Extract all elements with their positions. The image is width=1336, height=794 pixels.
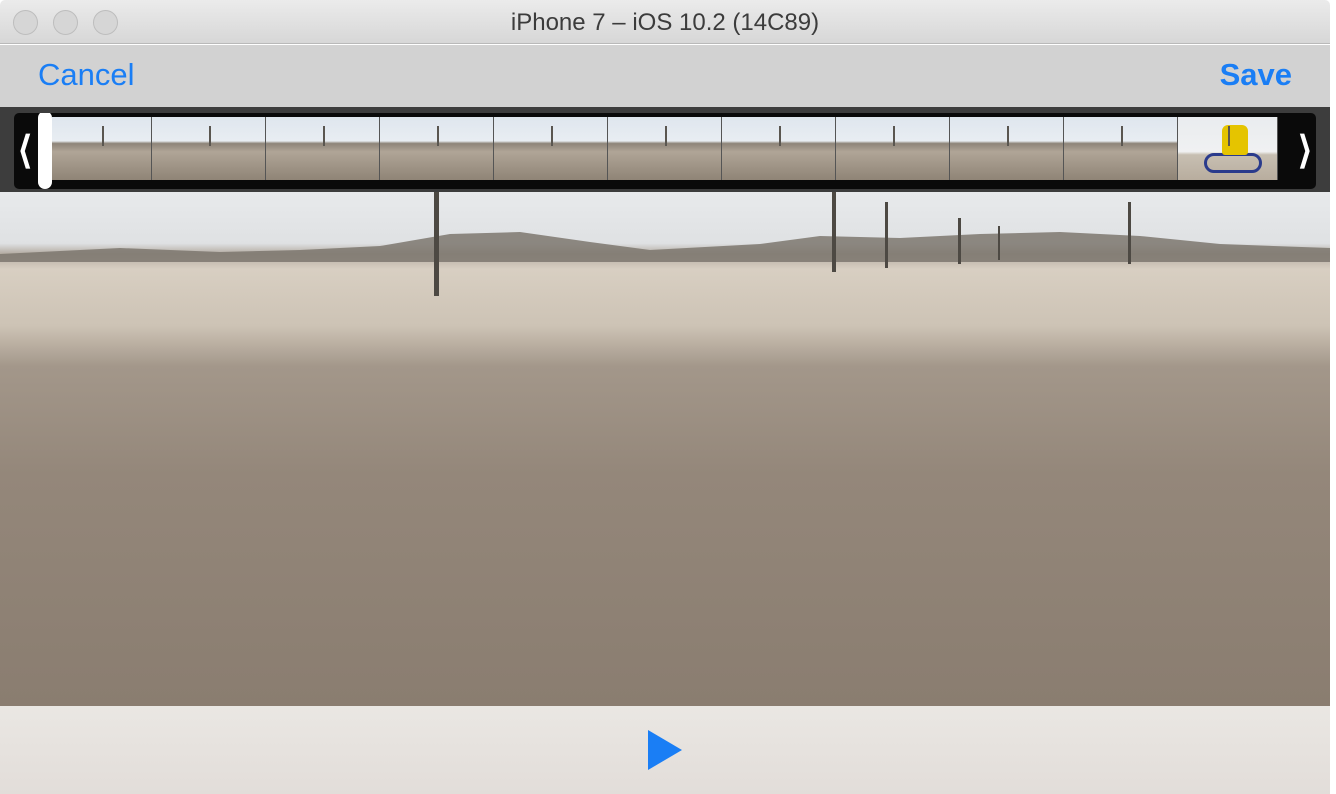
- utility-pole: [832, 192, 836, 272]
- video-preview[interactable]: [0, 192, 1330, 706]
- frame-thumbnails: [52, 117, 1292, 180]
- utility-pole: [885, 202, 888, 268]
- cancel-button[interactable]: Cancel: [38, 57, 135, 93]
- navigation-bar: Cancel Save: [0, 45, 1330, 107]
- trim-scrubber[interactable]: ⟨ ⟩: [14, 113, 1316, 189]
- playhead[interactable]: [38, 113, 52, 189]
- frame-thumbnail-rider: [1178, 117, 1278, 180]
- motorcycle-shape: [1204, 153, 1262, 173]
- frame-thumbnail: [266, 117, 380, 180]
- frame-thumbnail: [152, 117, 266, 180]
- window-titlebar: iPhone 7 – iOS 10.2 (14C89): [0, 0, 1330, 44]
- frame-thumbnail: [722, 117, 836, 180]
- desktop-edge: [1330, 0, 1336, 794]
- utility-pole: [1128, 202, 1131, 264]
- frame-thumbnail: [836, 117, 950, 180]
- playback-toolbar: [0, 706, 1330, 794]
- trim-start-handle[interactable]: ⟨: [14, 113, 36, 189]
- rider-shape: [1222, 125, 1248, 155]
- play-icon[interactable]: [648, 730, 682, 770]
- frame-thumbnail: [494, 117, 608, 180]
- frame-thumbnail: [1064, 117, 1178, 180]
- frame-thumbnail: [380, 117, 494, 180]
- utility-pole: [434, 192, 439, 296]
- frame-thumbnail: [950, 117, 1064, 180]
- frame-thumbnail: [52, 117, 152, 180]
- trim-timeline-bar: ⟨ ⟩: [0, 107, 1330, 192]
- save-button[interactable]: Save: [1220, 57, 1292, 93]
- utility-pole: [958, 218, 961, 264]
- trim-end-handle[interactable]: ⟩: [1294, 113, 1316, 189]
- utility-pole: [998, 226, 1000, 260]
- window-title: iPhone 7 – iOS 10.2 (14C89): [510, 9, 820, 36]
- frame-thumbnail: [608, 117, 722, 180]
